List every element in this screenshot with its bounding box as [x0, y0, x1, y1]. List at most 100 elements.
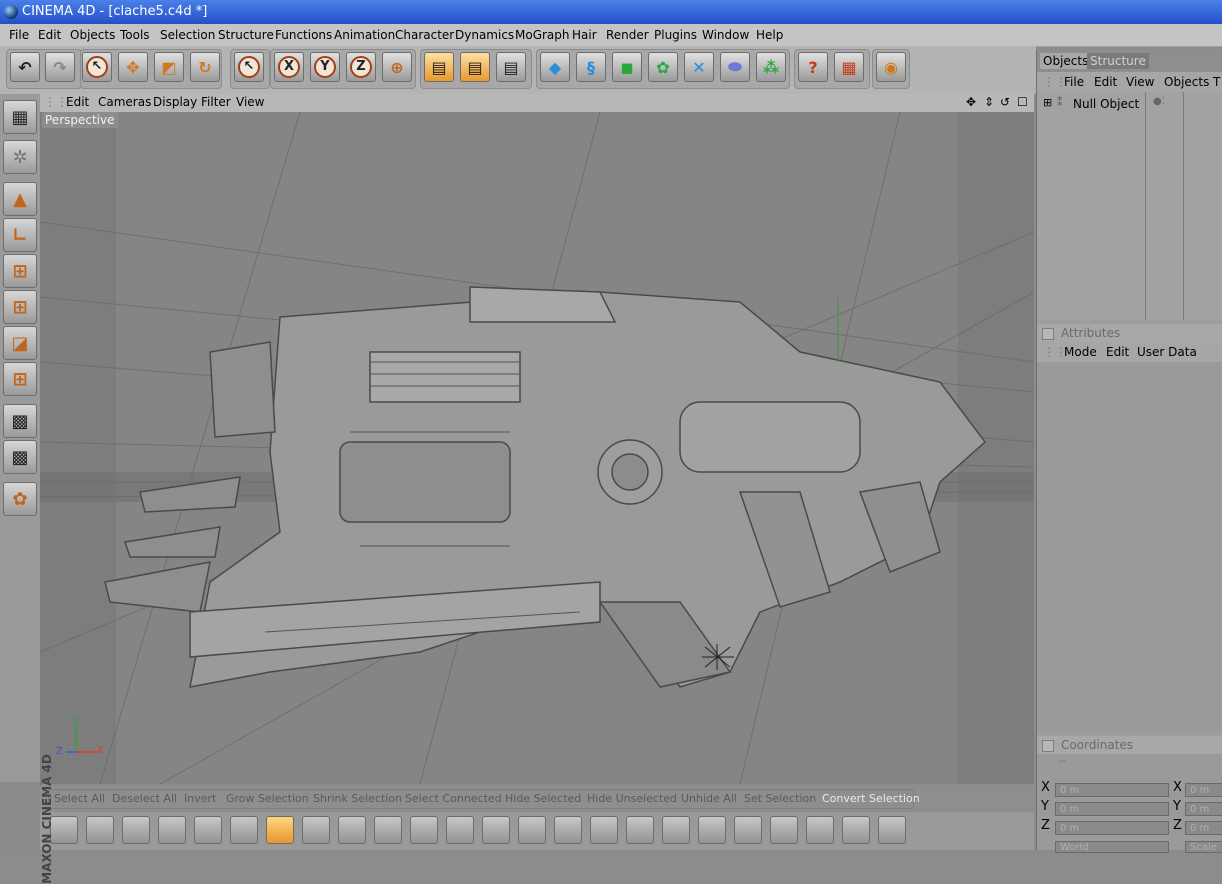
invert-button[interactable]: Invert [184, 792, 216, 805]
deselect-all-button[interactable]: Deselect All [112, 792, 177, 805]
coordinate-space-dropdown[interactable]: World [1055, 841, 1169, 853]
knife-tool-icon[interactable] [50, 816, 78, 844]
x-axis-lock-button[interactable]: X [274, 52, 304, 82]
grow-selection-button[interactable]: Grow Selection [226, 792, 309, 805]
menu-file[interactable]: File [9, 28, 29, 42]
menu-render[interactable]: Render [606, 28, 649, 42]
menu-animation[interactable]: Animation [334, 28, 395, 42]
select-all-button[interactable]: Select All [54, 792, 105, 805]
menu-structure[interactable]: Structure [218, 28, 274, 42]
layout-icon[interactable]: ◉ [876, 52, 906, 82]
position-z-field[interactable]: 0 m [1055, 821, 1169, 835]
viewport-menu-view[interactable]: View [236, 95, 264, 109]
menu-dynamics[interactable]: Dynamics [455, 28, 514, 42]
normal-scale-icon[interactable] [554, 816, 582, 844]
bevel-icon[interactable] [410, 816, 438, 844]
redo-icon[interactable]: ↷ [45, 52, 75, 82]
bridge-icon[interactable] [302, 816, 330, 844]
menu-hair[interactable]: Hair [572, 28, 597, 42]
render-region-icon[interactable]: ▤ [460, 52, 490, 82]
mirror-icon[interactable] [698, 816, 726, 844]
viewport-menu-filter[interactable]: Filter [201, 95, 231, 109]
optimize-icon[interactable] [770, 816, 798, 844]
attributes-menu-edit[interactable]: Edit [1106, 345, 1129, 359]
edges-mode-icon[interactable]: ⊞ [3, 290, 37, 324]
extrude-inner-icon[interactable] [374, 816, 402, 844]
size-x-field[interactable]: 0 m [1185, 783, 1222, 797]
viewport-move-icon[interactable]: ✥ [966, 95, 976, 109]
z-axis-lock-button[interactable]: Z [346, 52, 376, 82]
model-tool-icon[interactable]: ↖ [234, 52, 264, 82]
render-view-icon[interactable]: ▤ [424, 52, 454, 82]
coordinate-system-icon[interactable]: ⊕ [382, 52, 412, 82]
menu-character[interactable]: Character [395, 28, 454, 42]
normal-move-icon[interactable] [518, 816, 546, 844]
model-mode-icon[interactable]: ▲ [3, 182, 37, 216]
move-icon[interactable]: ✥ [118, 52, 148, 82]
layout-switch-icon[interactable]: ▦ [3, 100, 37, 134]
attributes-menu-user-data[interactable]: User Data [1137, 345, 1197, 359]
deformer-icon[interactable]: ✕ [684, 52, 714, 82]
position-x-field[interactable]: 0 m [1055, 783, 1169, 797]
viewport-menu-edit[interactable]: Edit [66, 95, 89, 109]
hide-selected-button[interactable]: Hide Selected [505, 792, 581, 805]
objects-menu-tags[interactable]: T [1213, 75, 1220, 89]
help-table-icon[interactable]: ▦ [834, 52, 864, 82]
live-select-icon[interactable]: ↖ [82, 52, 112, 82]
visibility-dots-icon[interactable]: ●⁚ [1153, 96, 1165, 107]
tab-structure[interactable]: Structure [1087, 53, 1149, 69]
menu-help[interactable]: Help [756, 28, 783, 42]
polygons-mode-icon[interactable]: ◪ [3, 326, 37, 360]
viewport-rotate-icon[interactable]: ↺ [1000, 95, 1010, 109]
triangulate-icon[interactable] [842, 816, 870, 844]
help-icon[interactable]: ? [798, 52, 828, 82]
rotate-icon[interactable]: ↻ [190, 52, 220, 82]
coordinates-toggle[interactable] [1042, 740, 1054, 752]
add-point-icon[interactable] [266, 816, 294, 844]
size-z-field[interactable]: 0 m [1185, 821, 1222, 835]
normal-rotate-icon[interactable] [590, 816, 618, 844]
unhide-all-button[interactable]: Unhide All [681, 792, 737, 805]
objects-menu-file[interactable]: File [1064, 75, 1084, 89]
objects-menu-view[interactable]: View [1126, 75, 1154, 89]
menu-edit[interactable]: Edit [38, 28, 61, 42]
attributes-toggle[interactable] [1042, 328, 1054, 340]
y-axis-lock-button[interactable]: Y [310, 52, 340, 82]
objects-menu-edit[interactable]: Edit [1094, 75, 1117, 89]
line-cut-icon[interactable] [194, 816, 222, 844]
objects-menu-objects[interactable]: Objects [1164, 75, 1209, 89]
coordinate-mode-dropdown[interactable]: Scale [1185, 841, 1222, 853]
particles-icon[interactable]: ⁂ [756, 52, 786, 82]
menu-plugins[interactable]: Plugins [654, 28, 697, 42]
make-editable-icon[interactable]: ✲ [3, 140, 37, 174]
attributes-menu-mode[interactable]: Mode [1064, 345, 1097, 359]
scale-icon[interactable]: ◩ [154, 52, 184, 82]
menu-tools[interactable]: Tools [120, 28, 150, 42]
brush-tool-icon[interactable] [122, 816, 150, 844]
menu-window[interactable]: Window [702, 28, 749, 42]
tree-item-label[interactable]: Null Object [1073, 97, 1139, 111]
select-connected-button[interactable]: Select Connected [405, 792, 502, 805]
position-y-field[interactable]: 0 m [1055, 802, 1169, 816]
split-icon[interactable] [806, 816, 834, 844]
viewport-menu-display[interactable]: Display [153, 95, 197, 109]
melt-icon[interactable] [734, 816, 762, 844]
spline-icon[interactable]: § [576, 52, 606, 82]
viewport-maximize-icon[interactable]: ☐ [1017, 95, 1028, 109]
untriangulate-icon[interactable] [878, 816, 906, 844]
undo-icon[interactable]: ↶ [10, 52, 40, 82]
convert-selection-button[interactable]: Convert Selection [822, 792, 920, 805]
menu-functions[interactable]: Functions [275, 28, 332, 42]
smooth-shift-icon[interactable] [482, 816, 510, 844]
expand-icon[interactable]: ⊞ [1043, 96, 1052, 109]
menu-objects[interactable]: Objects [70, 28, 115, 42]
texture-mode-icon[interactable]: ▩ [3, 404, 37, 438]
object-axis-mode-icon[interactable]: ∟ [3, 218, 37, 252]
extrude-icon[interactable] [338, 816, 366, 844]
points-mode-icon[interactable]: ⊞ [3, 254, 37, 288]
perspective-viewport[interactable]: Perspective Y Z X [40, 112, 1034, 784]
brush-mode-icon[interactable]: ✿ [3, 482, 37, 516]
iron-tool-icon[interactable] [158, 816, 186, 844]
size-y-field[interactable]: 0 m [1185, 802, 1222, 816]
animation-mode-icon[interactable]: ⊞ [3, 362, 37, 396]
